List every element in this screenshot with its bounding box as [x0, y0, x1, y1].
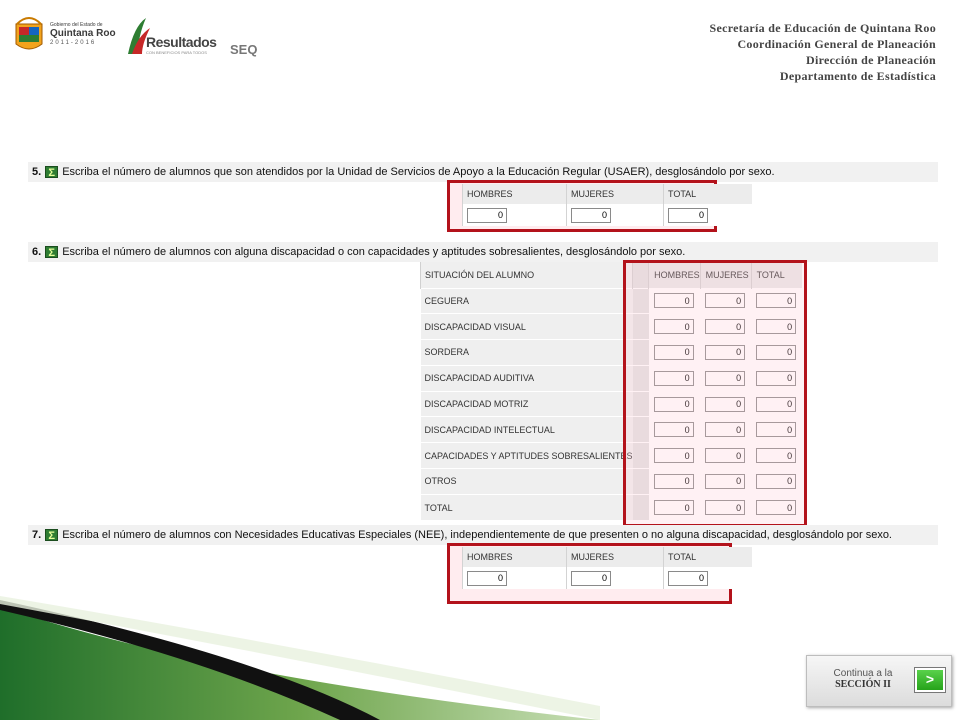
gob-years-text: 2011-2016: [50, 40, 97, 46]
header-line: Secretaría de Educación de Quintana Roo: [709, 21, 936, 35]
institution-header: Secretaría de Educación de Quintana Roo …: [710, 20, 936, 84]
q5-table: HOMBRES MUJERES TOTAL: [462, 184, 752, 226]
q5-hombres-input[interactable]: [467, 207, 507, 223]
row-label: DISCAPACIDAD VISUAL: [420, 313, 633, 340]
q5-total-input[interactable]: [668, 207, 708, 223]
header-line: Departamento de Estadística: [779, 69, 936, 83]
sigma-icon[interactable]: Σ: [45, 529, 59, 542]
header-line: Dirección de Planeación: [806, 53, 936, 67]
question-number: 7.: [32, 529, 42, 541]
row-label: TOTAL: [420, 493, 633, 521]
continue-line2: SECCIÓN II: [835, 679, 891, 690]
col-header-mujeres: MUJERES: [566, 547, 664, 567]
row-label: DISCAPACIDAD MOTRIZ: [420, 390, 633, 417]
cell: [663, 567, 752, 589]
next-arrow-button[interactable]: >: [914, 667, 946, 693]
question-text: Escriba el número de alumnos con Necesid…: [62, 529, 892, 541]
question-number: 6.: [32, 246, 42, 258]
col-header-situacion: SITUACIÓN DEL ALUMNO: [419, 262, 633, 288]
question-5-bar: 5. Σ Escriba el número de alumnos que so…: [28, 162, 938, 182]
resultados-subtitle: CON BENEFICIOS PARA TODOS: [146, 50, 207, 55]
question-7-bar: 7. Σ Escriba el número de alumnos con Ne…: [28, 525, 938, 545]
row-label: OTROS: [420, 468, 633, 495]
question-number: 5.: [32, 166, 42, 178]
highlight-box: [623, 260, 807, 527]
quintana-roo-shield-logo: [15, 17, 43, 50]
continue-line1: Continua a la: [833, 668, 893, 679]
row-label: DISCAPACIDAD AUDITIVA: [420, 364, 633, 392]
cell: [566, 567, 664, 589]
cell: [462, 204, 567, 226]
q7-table: HOMBRES MUJERES TOTAL: [462, 547, 752, 589]
question-text: Escriba el número de alumnos que son ate…: [62, 166, 775, 178]
question-text: Escriba el número de alumnos con alguna …: [62, 246, 686, 258]
col-header-total: TOTAL: [663, 184, 752, 204]
cell: [566, 204, 664, 226]
row-label: CAPACIDADES Y APTITUDES SOBRESALIENTES: [420, 442, 633, 469]
q7-hombres-input[interactable]: [467, 570, 507, 586]
decorative-swoosh: [0, 596, 600, 720]
continue-text: Continua a la SECCIÓN II: [815, 668, 911, 690]
sigma-icon[interactable]: Σ: [45, 246, 59, 259]
q7-total-input[interactable]: [668, 570, 708, 586]
col-header-total: TOTAL: [663, 547, 752, 567]
q7-mujeres-input[interactable]: [571, 570, 611, 586]
resultados-title: Resultados: [146, 34, 217, 50]
q5-mujeres-input[interactable]: [571, 207, 611, 223]
gob-logo-text: Gobierno del Estado de Quintana Roo 2011…: [50, 22, 116, 47]
gob-big-text: Quintana Roo: [50, 28, 116, 39]
row-label: DISCAPACIDAD INTELECTUAL: [420, 416, 633, 443]
question-6-bar: 6. Σ Escriba el número de alumnos con al…: [28, 242, 938, 262]
slide: Gobierno del Estado de Quintana Roo 2011…: [0, 0, 960, 720]
row-label: CEGUERA: [420, 287, 633, 314]
continue-panel[interactable]: Continua a la SECCIÓN II >: [806, 655, 952, 707]
col-header-hombres: HOMBRES: [462, 184, 567, 204]
seq-logo-text: SEQ: [230, 42, 258, 57]
cell: [663, 204, 752, 226]
header-line: Coordinación General de Planeación: [737, 37, 936, 51]
cell: [462, 567, 567, 589]
col-header-hombres: HOMBRES: [462, 547, 567, 567]
col-header-mujeres: MUJERES: [566, 184, 664, 204]
sigma-icon[interactable]: Σ: [45, 166, 59, 179]
row-label: SORDERA: [420, 339, 633, 366]
